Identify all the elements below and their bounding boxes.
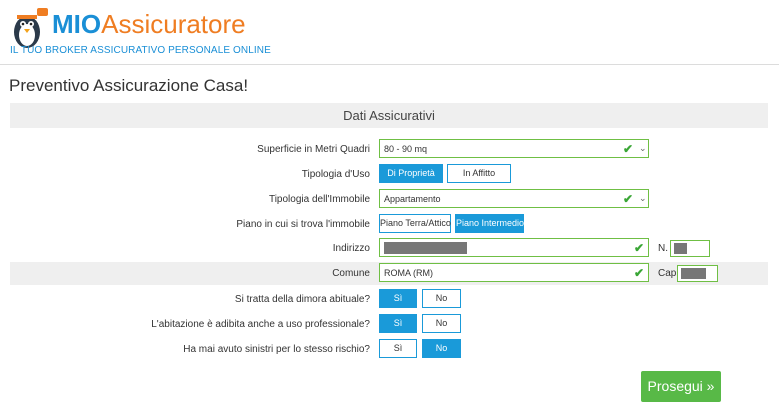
check-icon: ✔ (634, 241, 645, 255)
tipologia-uso-proprieta-button[interactable]: Di Proprietà (379, 164, 443, 183)
dimora-abituale-si-button[interactable]: Sì (379, 289, 417, 308)
comune-value: ROMA (RM) (384, 268, 433, 278)
comune-label: Comune (332, 268, 370, 279)
penguin-mascot-icon[interactable] (9, 6, 49, 50)
piano-label: Piano in cui si trova l'immobile (236, 219, 370, 230)
dimora-abituale-no-button[interactable]: No (422, 289, 461, 308)
redacted-number (674, 243, 687, 254)
chevron-down-icon: ⌄ (639, 143, 647, 153)
sinistri-label: Ha mai avuto sinistri per lo stesso risc… (183, 344, 370, 355)
dimora-abituale-label: Si tratta della dimora abituale? (234, 294, 370, 305)
brand-suffix: Assicuratore (101, 9, 246, 39)
page-title: Preventivo Assicurazione Casa! (9, 76, 249, 95)
indirizzo-label: Indirizzo (332, 243, 370, 254)
tipologia-uso-label: Tipologia d'Uso (301, 169, 370, 180)
check-icon: ✔ (623, 192, 634, 206)
superficie-label: Superficie in Metri Quadri (257, 144, 370, 155)
uso-professionale-label: L'abitazione è adibita anche a uso profe… (151, 319, 370, 330)
check-icon: ✔ (634, 266, 645, 280)
check-icon: ✔ (623, 142, 634, 156)
redacted-cap (681, 268, 706, 279)
uso-professionale-si-button[interactable]: Sì (379, 314, 417, 333)
tipologia-immobile-select[interactable]: Appartamento ✔ ⌄ (379, 189, 649, 208)
brand-prefix: MIO (52, 9, 102, 39)
section-header: Dati Assicurativi (10, 103, 768, 128)
tipologia-immobile-value: Appartamento (384, 194, 441, 204)
indirizzo-input[interactable]: ✔ (379, 238, 649, 257)
cap-label: Cap (658, 268, 677, 279)
site-header: MIOAssicuratore IL TUO BROKER ASSICURATI… (0, 0, 779, 65)
redacted-address (384, 242, 467, 254)
brand-logo-text[interactable]: MIOAssicuratore (52, 10, 246, 38)
numero-label: N. (658, 243, 668, 254)
chevron-down-icon: ⌄ (639, 193, 647, 203)
sinistri-si-button[interactable]: Sì (379, 339, 417, 358)
piano-terra-attico-button[interactable]: Piano Terra/Attico (379, 214, 451, 233)
uso-professionale-no-button[interactable]: No (422, 314, 461, 333)
tipologia-immobile-label: Tipologia dell'Immobile (268, 194, 370, 205)
numero-input[interactable] (670, 240, 710, 257)
superficie-select[interactable]: 80 - 90 mq ✔ ⌄ (379, 139, 649, 158)
cap-input[interactable] (677, 265, 718, 282)
section-title: Dati Assicurativi (343, 108, 435, 123)
tipologia-uso-affitto-button[interactable]: In Affitto (447, 164, 511, 183)
brand-tagline: IL TUO BROKER ASSICURATIVO PERSONALE ONL… (10, 45, 271, 56)
superficie-value: 80 - 90 mq (384, 144, 428, 154)
sinistri-no-button[interactable]: No (422, 339, 461, 358)
comune-input[interactable]: ROMA (RM) ✔ (379, 263, 649, 282)
prosegui-button[interactable]: Prosegui » (641, 371, 721, 402)
piano-intermedio-button[interactable]: Piano Intermedio (455, 214, 524, 233)
